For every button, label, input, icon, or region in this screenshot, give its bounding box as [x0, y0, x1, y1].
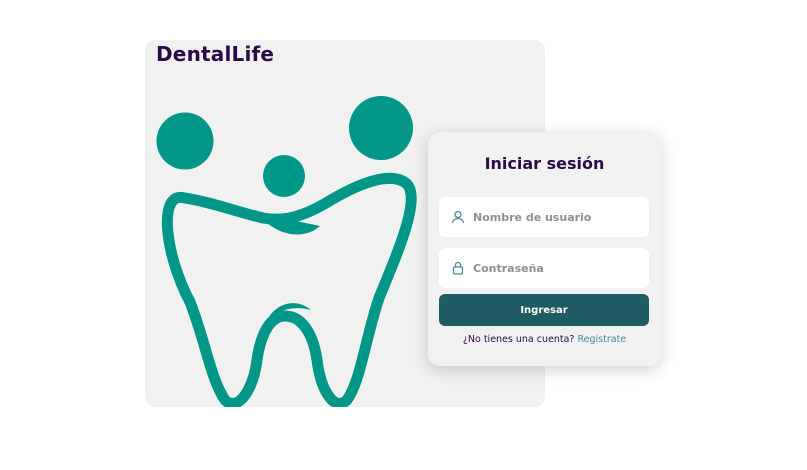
brand-title: DentalLife: [156, 42, 275, 66]
login-title: Iniciar sesión: [484, 154, 605, 173]
right-head: [349, 96, 413, 160]
username-field[interactable]: [439, 197, 649, 237]
page: DentalLife Iniciar sesión Ingresar: [0, 0, 807, 470]
signup-link[interactable]: Registrate: [577, 334, 626, 345]
login-card: Iniciar sesión Ingresar ¿No tienes una: [428, 132, 661, 366]
signup-line: ¿No tienes una cuenta? Registrate: [428, 334, 661, 345]
middle-head: [263, 155, 305, 197]
username-input[interactable]: [473, 210, 643, 224]
user-icon: [450, 209, 466, 225]
left-head: [156, 112, 214, 170]
signup-prompt: ¿No tienes una cuenta?: [462, 334, 575, 345]
password-input[interactable]: [473, 261, 643, 275]
password-field[interactable]: [439, 248, 649, 288]
lock-icon: [450, 260, 466, 276]
login-button[interactable]: Ingresar: [439, 294, 649, 326]
tooth-outline: [161, 172, 417, 407]
